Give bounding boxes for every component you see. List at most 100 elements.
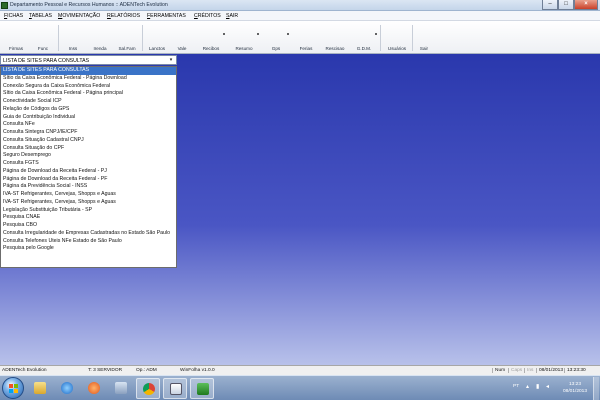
sal-fam-button[interactable]: Sal.Fam (114, 21, 140, 54)
close-button[interactable]: × (574, 0, 598, 10)
app-icon (1, 2, 8, 9)
list-item[interactable]: Consulta Situação Cadastral CNPJ (1, 137, 176, 145)
maximize-button[interactable]: □ (558, 0, 574, 10)
recibos-button[interactable]: Recibos (196, 21, 226, 54)
menu-relatorios[interactable]: RELATÓRIOS (107, 13, 140, 19)
shortcut-icon (115, 382, 127, 394)
rescisao-button[interactable]: Rescisao (320, 21, 350, 54)
status-ins: Ins (524, 368, 533, 373)
list-item[interactable]: Consulta FGTS (1, 160, 176, 168)
show-desktop-button[interactable] (593, 377, 599, 400)
inss-button[interactable]: Inss (60, 21, 86, 54)
dropdown-indicator-icon (375, 33, 377, 35)
list-item[interactable]: IVA-ST Refrigerantes, Cervejas, Shopps e… (1, 191, 176, 199)
network-icon[interactable]: ▮ (536, 384, 542, 390)
vale-button[interactable]: Vale (170, 21, 194, 54)
list-item[interactable]: Guia de Contribuição Individual (1, 114, 176, 122)
taskbar: PT ▴ ▮ ◂ 13:23 08/01/2013 (0, 375, 600, 400)
list-item[interactable]: Consulta Sintegra CNPJ/IE/CPF (1, 129, 176, 137)
list-item[interactable]: Conexão Segura da Caixa Econômica Federa… (1, 83, 176, 91)
show-hidden-icons-icon[interactable]: ▴ (526, 384, 532, 390)
toolbar-separator (412, 25, 413, 51)
list-item[interactable]: Seguro Desemprego (1, 152, 176, 160)
taskbar-chrome[interactable] (136, 378, 160, 399)
toolbar-separator (58, 25, 59, 51)
irenda-button[interactable]: Irenda (86, 21, 114, 54)
status-bar: ADENTech Evolution T: 3 SERVIDOR Op.: AD… (0, 365, 600, 375)
list-item[interactable]: LISTA DE SITES PARA CONSULTAS (1, 67, 176, 75)
menu-creditos[interactable]: CRÉDITOS (194, 13, 221, 19)
list-item[interactable]: Legislação Substituição Tributária - SP (1, 207, 176, 215)
dropdown-indicator-icon (287, 33, 289, 35)
list-item[interactable]: IVA-ST Refrigerantes, Cervejas, Shopps e… (1, 199, 176, 207)
taskbar-clock[interactable]: 13:23 08/01/2013 (559, 381, 591, 395)
status-caps: Caps (508, 368, 522, 373)
menu-bar: FICHAS TABELAS MOVIMENTAÇÃO RELATÓRIOS F… (0, 11, 600, 21)
list-item[interactable]: Pesquisa pelo Google (1, 245, 176, 253)
menu-ferramentas[interactable]: FERRAMENTAS (147, 13, 186, 19)
taskbar-adentech-app[interactable] (190, 378, 214, 399)
list-item[interactable]: Sítio da Caixa Econômica Federal - Págin… (1, 90, 176, 98)
clock-date: 08/01/2013 (562, 389, 587, 394)
list-item[interactable]: Sítio da Caixa Econômica Federal - Págin… (1, 75, 176, 83)
start-button[interactable] (2, 377, 24, 399)
gps-button[interactable]: Gps (262, 21, 290, 54)
window-icon (170, 383, 182, 395)
func-button[interactable]: Func (30, 21, 56, 54)
dropdown-indicator-icon (257, 33, 259, 35)
status-app-name: ADENTech Evolution (2, 368, 47, 373)
menu-fichas[interactable]: FICHAS (4, 13, 23, 19)
toolbar-separator (142, 25, 143, 51)
list-item[interactable]: Consulta Irregularidade de Empresas Cada… (1, 230, 176, 238)
title-bar: Departamento Pessoal e Recursos Humanos … (0, 0, 600, 11)
list-item[interactable]: Conectividade Social ICP (1, 98, 176, 106)
sites-combobox[interactable]: LISTA DE SITES PARA CONSULTAS ▾ (0, 55, 177, 65)
list-item[interactable]: Consulta Telefones Úteis NFe Estado de S… (1, 238, 176, 246)
dropdown-indicator-icon (223, 33, 225, 35)
menu-tabelas[interactable]: TABELAS (29, 13, 52, 19)
chrome-icon (143, 383, 155, 395)
status-operator: Op.: ADM (136, 368, 157, 373)
taskbar-app-window[interactable] (163, 378, 187, 399)
firmas-button[interactable]: Firmas (2, 21, 30, 54)
taskbar-windows-explorer[interactable] (28, 378, 52, 399)
taskbar-ie-shortcut[interactable] (109, 378, 133, 399)
chevron-down-icon[interactable]: ▾ (167, 56, 175, 64)
windows-logo-icon (9, 384, 18, 393)
usuarios-button[interactable]: Usuários (382, 21, 412, 54)
window-title: Departamento Pessoal e Recursos Humanos … (10, 2, 168, 8)
status-time: 13:23:30 (564, 368, 586, 373)
toolbar: Firmas Func Inss Irenda Sal.Fam Lanctos … (0, 21, 600, 54)
sites-dropdown-list: LISTA DE SITES PARA CONSULTAS Sítio da C… (0, 66, 177, 268)
taskbar-media-player[interactable] (82, 378, 106, 399)
list-item[interactable]: Consulta Situação do CPF (1, 145, 176, 153)
menu-movimentacao[interactable]: MOVIMENTAÇÃO (58, 13, 100, 19)
list-item[interactable]: Página de Download da Receita Federal - … (1, 176, 176, 184)
gdm-button[interactable]: G.D.M. (350, 21, 378, 54)
menu-sair[interactable]: SAIR (226, 13, 238, 19)
list-item[interactable]: Consulta NFe (1, 121, 176, 129)
status-date: 08/01/2013 (536, 368, 563, 373)
list-item[interactable]: Pesquisa CBO (1, 222, 176, 230)
resumo-button[interactable]: Resumo (228, 21, 260, 54)
language-indicator[interactable]: PT (513, 384, 519, 389)
ferias-button[interactable]: Ferias (292, 21, 320, 54)
list-item[interactable]: Página de Download da Receita Federal - … (1, 168, 176, 176)
status-terminal: T: 3 SERVIDOR (88, 368, 123, 373)
media-player-icon (88, 382, 100, 394)
list-item[interactable]: Pesquisa CNAE (1, 214, 176, 222)
minimize-button[interactable]: – (542, 0, 558, 10)
taskbar-internet-explorer[interactable] (55, 378, 79, 399)
status-num: Num (492, 368, 505, 373)
clock-time: 13:23 (568, 382, 581, 387)
list-item[interactable]: Página da Previdência Social - INSS (1, 183, 176, 191)
combobox-value: LISTA DE SITES PARA CONSULTAS (3, 58, 90, 64)
internet-explorer-icon (61, 382, 73, 394)
sair-button[interactable]: Sair (414, 21, 434, 54)
adentech-app-icon (197, 383, 209, 395)
lanctos-button[interactable]: Lanctos (144, 21, 170, 54)
list-item[interactable]: Relação de Códigos da GPS (1, 106, 176, 114)
status-version: WinFolha v1.0.0 (180, 368, 215, 373)
folder-icon (34, 382, 46, 394)
volume-icon[interactable]: ◂ (546, 384, 552, 390)
